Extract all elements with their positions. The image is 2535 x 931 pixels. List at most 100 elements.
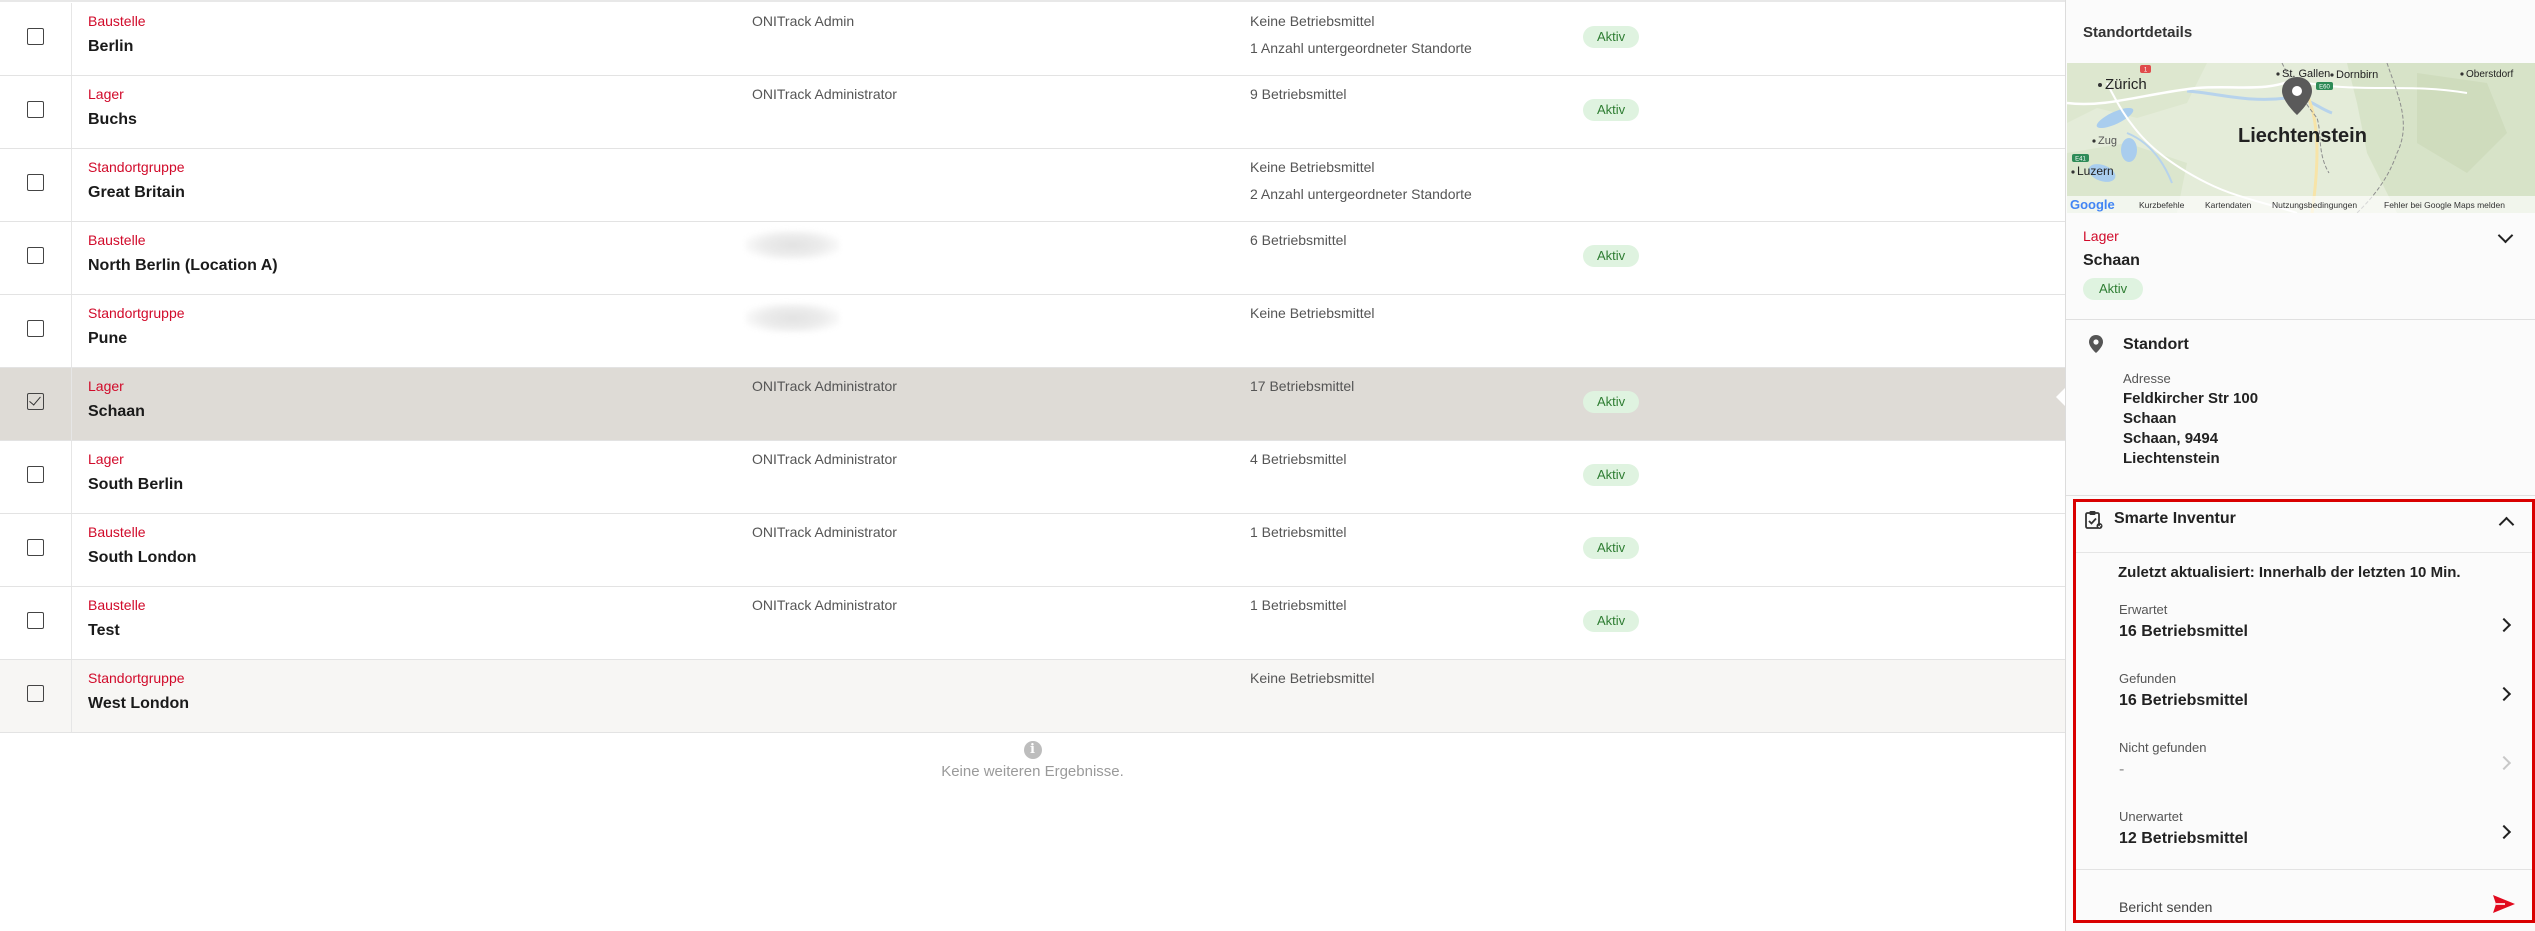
blurred-owner [745,303,840,333]
table-row[interactable]: Standortgruppe Great Britain Keine Betrieb… [0,149,2065,222]
table-row[interactable]: Baustelle South London ONITrack Administra… [0,514,2065,587]
location-name: North Berlin (Location A) [88,257,278,274]
location-name: South Berlin [88,476,184,493]
row-checkbox[interactable] [27,101,44,118]
status-badge: Aktiv [1583,26,1640,48]
location-owner: ONITrack Administrator [752,524,897,540]
table-row[interactable]: Standortgruppe West London Keine Betriebsm… [0,660,2065,733]
location-name: Schaan [2083,252,2140,269]
location-map[interactable]: 1 E60 E41 Zürich St. Gallen Dornbirn Obe… [2067,63,2535,213]
status-badge: Aktiv [1583,391,1640,413]
inventory-metric: Nicht gefunden - [2076,740,2532,808]
metric-value: 12 Betriebsmittel [2119,830,2248,847]
inventory-metric[interactable]: Gefunden 16 Betriebsmittel [2076,671,2532,739]
location-pin-icon [2089,335,2103,353]
location-name: Buchs [88,111,137,128]
table-row[interactable]: Baustelle Berlin ONITrack Admin Keine Betri… [0,3,2065,76]
inventory-metric[interactable]: Unerwartet 12 Betriebsmittel [2076,809,2532,877]
row-checkbox[interactable] [27,539,44,556]
asset-count: Keine Betriebsmittel [1250,305,1375,321]
asset-count: Keine Betriebsmittel [1250,670,1375,686]
address-label: Adresse [2123,371,2171,386]
selection-pointer [2056,388,2065,406]
location-name: West London [88,695,190,712]
location-type: Standortgruppe [88,670,185,686]
address-section: Standort Adresse Feldkircher Str 100 Sch… [2066,320,2535,496]
chevron-right-icon [2496,755,2512,771]
location-owner: ONITrack Administrator [752,597,897,613]
address-line: Liechtenstein [2123,450,2220,467]
row-checkbox[interactable] [27,320,44,337]
table-row[interactable]: Lager South Berlin ONITrack Administrator 4… [0,441,2065,514]
chevron-right-icon[interactable] [2496,617,2512,633]
location-owner: ONITrack Administrator [752,451,897,467]
map-footer-report[interactable]: Fehler bei Google Maps melden [2384,200,2505,210]
row-checkbox[interactable] [27,612,44,629]
row-checkbox[interactable] [27,174,44,191]
status-badge: Aktiv [1583,464,1640,486]
location-name: Test [88,622,120,639]
table-row[interactable]: Lager Schaan ONITrack Administrator 17 Betr… [0,368,2065,441]
location-name: South London [88,549,197,566]
location-owner: ONITrack Administrator [752,86,897,102]
location-type: Baustelle [88,524,146,540]
metric-label: Erwartet [2119,602,2168,617]
location-type: Baustelle [88,597,146,613]
location-type: Lager [88,451,124,467]
asset-count: 1 Betriebsmittel [1250,597,1347,613]
checkbox-cell [0,76,72,148]
row-checkbox[interactable] [27,247,44,264]
table-row[interactable]: Lager Buchs ONITrack Administrator 9 Betrie… [0,76,2065,149]
asset-count: 4 Betriebsmittel [1250,451,1347,467]
metric-value: - [2119,761,2125,778]
chevron-up-icon[interactable] [2498,516,2515,533]
metric-label: Unerwartet [2119,809,2183,824]
address-heading: Standort [2123,336,2189,353]
row-checkbox[interactable] [27,393,44,410]
row-checkbox[interactable] [27,685,44,702]
table-row[interactable]: Baustelle North Berlin (Location A) 6 Betr… [0,222,2065,295]
divider [2076,869,2532,870]
location-name: Pune [88,330,128,347]
checkbox-cell [0,3,72,75]
status-badge: Aktiv [1583,537,1640,559]
map-footer-data[interactable]: Kartendaten [2205,200,2252,210]
address-line: Feldkircher Str 100 [2123,390,2259,407]
send-report-label[interactable]: Bericht senden [2119,899,2212,915]
inventory-metric[interactable]: Erwartet 16 Betriebsmittel [2076,602,2532,670]
row-checkbox[interactable] [27,466,44,483]
smart-inventory-header[interactable]: Smarte Inventur [2076,502,2532,553]
sub-location-count: 2 Anzahl untergeordneter Standorte [1250,186,1472,202]
address-lines: Feldkircher Str 100 Schaan Schaan, 9494 … [2123,389,2258,469]
map-footer-terms[interactable]: Nutzungsbedingungen [2272,200,2357,210]
metric-value: 16 Betriebsmittel [2119,692,2248,709]
metric-value: 16 Betriebsmittel [2119,623,2248,640]
blurred-owner [745,230,840,260]
last-updated: Zuletzt aktualisiert: Innerhalb der letz… [2118,564,2461,581]
map-label-zug: Zug [2098,135,2117,147]
send-icon[interactable] [2493,895,2515,913]
google-logo: Google [2070,197,2115,212]
map-label-dornbirn: Dornbirn [2336,69,2378,81]
row-checkbox[interactable] [27,28,44,45]
table-row[interactable]: Baustelle Test ONITrack Administrator 1 Bet… [0,587,2065,660]
status-badge: Aktiv [1583,99,1640,121]
location-type: Lager [88,378,124,394]
table-row[interactable]: Standortgruppe Pune Keine Betriebsmittel [0,295,2065,368]
map-label-zurich: Zürich [2105,76,2147,93]
chevron-right-icon[interactable] [2496,824,2512,840]
location-summary: Lager Schaan Aktiv [2066,214,2535,320]
status-badge: Aktiv [2083,278,2144,300]
no-more-results-text: Keine weiteren Ergebnisse. [941,763,1124,780]
checkbox-cell [0,587,72,659]
checkbox-cell [0,149,72,221]
map-footer-shortcuts[interactable]: Kurzbefehle [2139,200,2185,210]
asset-count: 6 Betriebsmittel [1250,232,1347,248]
metric-label: Gefunden [2119,671,2177,686]
checkbox-cell [0,295,72,367]
map-label-oberstdorf: Oberstdorf [2466,69,2513,80]
location-type: Baustelle [88,13,146,29]
chevron-right-icon[interactable] [2496,686,2512,702]
chevron-down-icon[interactable] [2497,227,2514,244]
smart-inventory-section: Smarte Inventur Zuletzt aktualisiert: In… [2073,499,2535,923]
